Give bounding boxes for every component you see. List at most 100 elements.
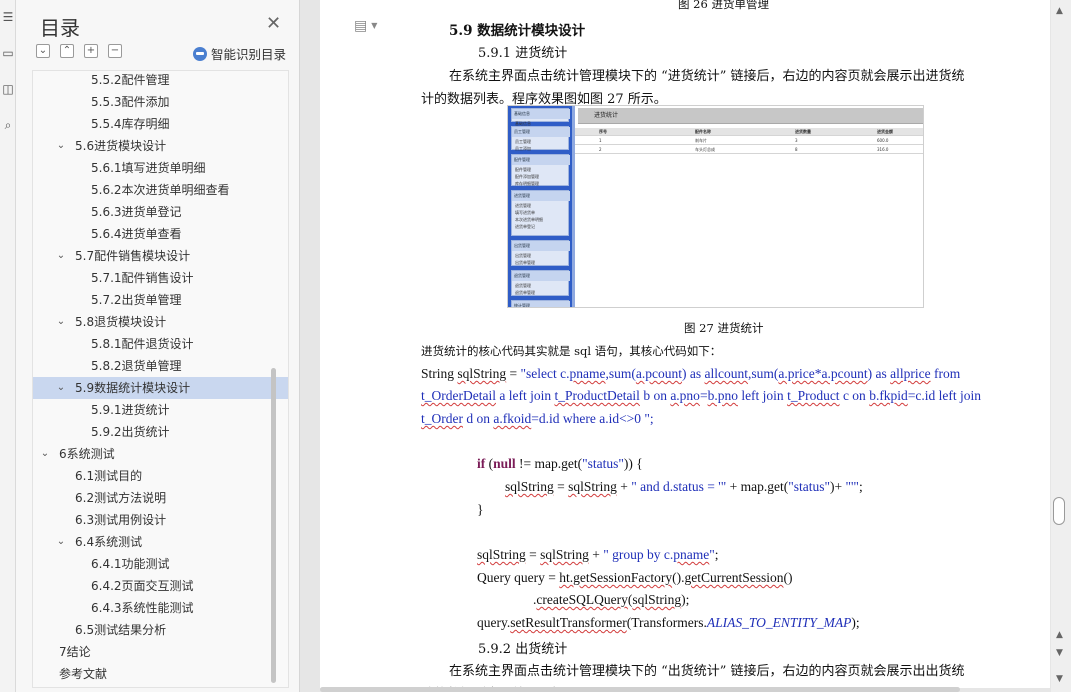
toc-item-label: 5.5.3配件添加 — [91, 95, 170, 109]
screenshot-table-cell: 2 — [599, 147, 602, 152]
scroll-down-icon[interactable]: ▼ — [1056, 674, 1063, 684]
toc-item[interactable]: 5.6.3进货单登记 — [33, 201, 288, 223]
chevron-down-icon[interactable]: ⌄ — [55, 245, 67, 267]
chevron-down-icon[interactable]: ⌄ — [55, 377, 67, 399]
toc-item[interactable]: 5.6.4进货单查看 — [33, 223, 288, 245]
toc-item-label: 5.8退货模块设计 — [75, 315, 167, 329]
vertical-scrollbar[interactable]: ▲ ▲ ▼ ▼ — [1051, 0, 1071, 692]
horizontal-scrollbar[interactable] — [320, 687, 960, 692]
chevron-down-icon[interactable]: ⌄ — [39, 443, 51, 465]
code-line: Query query = ht.getSessionFactory().get… — [477, 570, 793, 585]
screenshot-table-header: 序号 配件名称 进货数量 进货金额 — [575, 128, 923, 136]
toc-scrollbar[interactable] — [271, 368, 276, 683]
screenshot-table-cell: 3 — [795, 138, 798, 143]
bookmark-icon[interactable]: ◫ — [1, 82, 15, 96]
screenshot-menu-group: 员工管理 员工管理 员工添加 — [511, 126, 570, 151]
toc-item[interactable]: 7结论 — [33, 641, 288, 663]
toc-item[interactable]: 5.6.2本次进货单明细查看 — [33, 179, 288, 201]
toc-item-label: 6.4.3系统性能测试 — [91, 601, 194, 615]
code-line: query.setResultTransformer(Transformers.… — [477, 615, 860, 630]
toc-item[interactable]: 6.4.1功能测试 — [33, 553, 288, 575]
figure-27-image: 进货统计 序号 配件名称 进货数量 进货金额 1 刹车片 3 600.0 2 车头灯总成 8 316.… — [507, 105, 924, 308]
toc-panel: 目录 ✕ ⌄ ⌃ + − 智能识别目录 5.5.2配件管理 5.5.3配件添加 5.… — [16, 0, 300, 692]
screenshot-menu-group-head: 员工管理 — [512, 127, 570, 137]
toc-item[interactable]: 5.7.1配件销售设计 — [33, 267, 288, 289]
toc-item[interactable]: 5.5.4库存明细 — [33, 113, 288, 135]
scroll-down-icon[interactable]: ▼ — [1056, 648, 1063, 658]
toc-item[interactable]: 6.4.3系统性能测试 — [33, 597, 288, 619]
screenshot-menu-item: 配件添加管理 — [515, 174, 539, 179]
toc-item[interactable]: 6.5测试结果分析 — [33, 619, 288, 641]
toc-item-label: 5.9.2出货统计 — [91, 425, 170, 439]
screenshot-menu-group-head: 统计管理 — [512, 301, 570, 307]
page-icon[interactable]: ▭ — [1, 46, 15, 60]
code-line: sqlString = sqlString + " and d.status =… — [505, 479, 863, 494]
screenshot-table-row: 2 车头灯总成 8 316.0 — [575, 146, 923, 154]
screenshot-table-cell: 600.0 — [877, 138, 889, 143]
toc-item-label: 7结论 — [59, 645, 91, 659]
toc-item[interactable]: 5.7.2出货单管理 — [33, 289, 288, 311]
smart-toc-button[interactable]: 智能识别目录 — [193, 44, 286, 63]
scroll-up-icon[interactable]: ▲ — [1056, 630, 1063, 640]
toc-item-label: 5.6.1填写进货单明细 — [91, 161, 206, 175]
remove-heading-button[interactable]: − — [108, 44, 122, 58]
screenshot-menu-item: 进货单登记 — [515, 224, 535, 229]
search-icon[interactable]: ⌕ — [1, 118, 15, 132]
toc-item[interactable]: 6.4.2页面交互测试 — [33, 575, 288, 597]
toc-item-label: 5.7配件销售模块设计 — [75, 249, 191, 263]
toc-item[interactable]: 参考文献 — [33, 663, 288, 685]
screenshot-table-cell: 进货金额 — [877, 129, 893, 134]
toc-item[interactable]: ⌄ 5.6进货模块设计 — [33, 135, 288, 157]
toc-item[interactable]: ⌄ 5.7配件销售模块设计 — [33, 245, 288, 267]
toc-item-label: 6.4.2页面交互测试 — [91, 579, 194, 593]
toc-item[interactable]: 5.5.2配件管理 — [33, 71, 288, 91]
close-icon[interactable]: ✕ — [266, 14, 281, 34]
screenshot-table-cell: 316.0 — [877, 147, 889, 152]
toc-item[interactable]: ⌄ 6系统测试 — [33, 443, 288, 465]
vertical-scroll-thumb[interactable] — [1053, 497, 1065, 525]
smart-recognize-icon — [193, 47, 207, 61]
menu-icon[interactable]: ☰ — [1, 10, 15, 24]
chevron-down-icon[interactable]: ⌄ — [55, 311, 67, 333]
add-heading-button[interactable]: + — [84, 44, 98, 58]
toc-item[interactable]: 5.6.1填写进货单明细 — [33, 157, 288, 179]
toc-item[interactable]: ⌄ 5.9数据统计模块设计 — [33, 377, 288, 399]
screenshot-menu-group: 配件管理 配件管理 配件添加管理 库存明细管理 — [511, 154, 570, 186]
heading-5-9-1: 5.9.1 进货统计 — [478, 46, 568, 61]
code-line: sqlString = sqlString + " group by c.pna… — [477, 547, 719, 562]
toc-item[interactable]: ⌄ 6.4系统测试 — [33, 531, 288, 553]
toc-item[interactable]: 6.1测试目的 — [33, 465, 288, 487]
toc-item[interactable]: 6.2测试方法说明 — [33, 487, 288, 509]
screenshot-menu-item: 员工添加 — [515, 146, 531, 151]
toc-item[interactable]: 5.9.1进货统计 — [33, 399, 288, 421]
toc-item[interactable]: 5.5.3配件添加 — [33, 91, 288, 113]
screenshot-menu-group: 统计管理进货统计出货统计 — [511, 300, 570, 307]
toc-item[interactable]: 6.3测试用例设计 — [33, 509, 288, 531]
toc-item[interactable]: ⌄ 5.8退货模块设计 — [33, 311, 288, 333]
toc-item[interactable]: 5.8.2退货单管理 — [33, 355, 288, 377]
toc-item-label: 5.7.2出货单管理 — [91, 293, 182, 307]
toc-item-label: 6.3测试用例设计 — [75, 513, 167, 527]
toc-item[interactable]: 5.9.2出货统计 — [33, 421, 288, 443]
collapse-all-button[interactable]: ⌄ — [36, 44, 50, 58]
toc-item-label: 5.6.3进货单登记 — [91, 205, 182, 219]
scroll-up-icon[interactable]: ▲ — [1056, 6, 1063, 16]
chevron-down-icon[interactable]: ⌄ — [55, 135, 67, 157]
expand-up-button[interactable]: ⌃ — [60, 44, 74, 58]
screenshot-menu-item: 员工管理 — [515, 139, 531, 144]
screenshot-menu-item: 库存明细管理 — [515, 181, 539, 186]
screenshot-menu-item: 进货管理 — [515, 203, 531, 208]
toc-item-label: 5.6.2本次进货单明细查看 — [91, 183, 230, 197]
screenshot-table-cell: 配件名称 — [695, 129, 711, 134]
toc-item[interactable]: 5.8.1配件退货设计 — [33, 333, 288, 355]
screenshot-table-row: 1 刹车片 3 600.0 — [575, 137, 923, 145]
toc-item-label: 5.6进货模块设计 — [75, 139, 167, 153]
screenshot-menu-group-head: 基础信息 — [512, 109, 570, 119]
screenshot-menu-group: 进货管理 进货管理 填写进货单 本次进货单明细 进货单登记 — [511, 190, 570, 236]
side-rail: ☰ ▭ ◫ ⌕ — [0, 0, 16, 692]
screenshot-menu-group-head: 退货管理 — [512, 271, 570, 281]
document-menu-icon[interactable]: ▤ ▼ — [354, 18, 377, 34]
toc-item-label: 参考文献 — [59, 667, 108, 681]
chevron-down-icon[interactable]: ⌄ — [55, 531, 67, 553]
toc-item-label: 5.9.1进货统计 — [91, 403, 170, 417]
